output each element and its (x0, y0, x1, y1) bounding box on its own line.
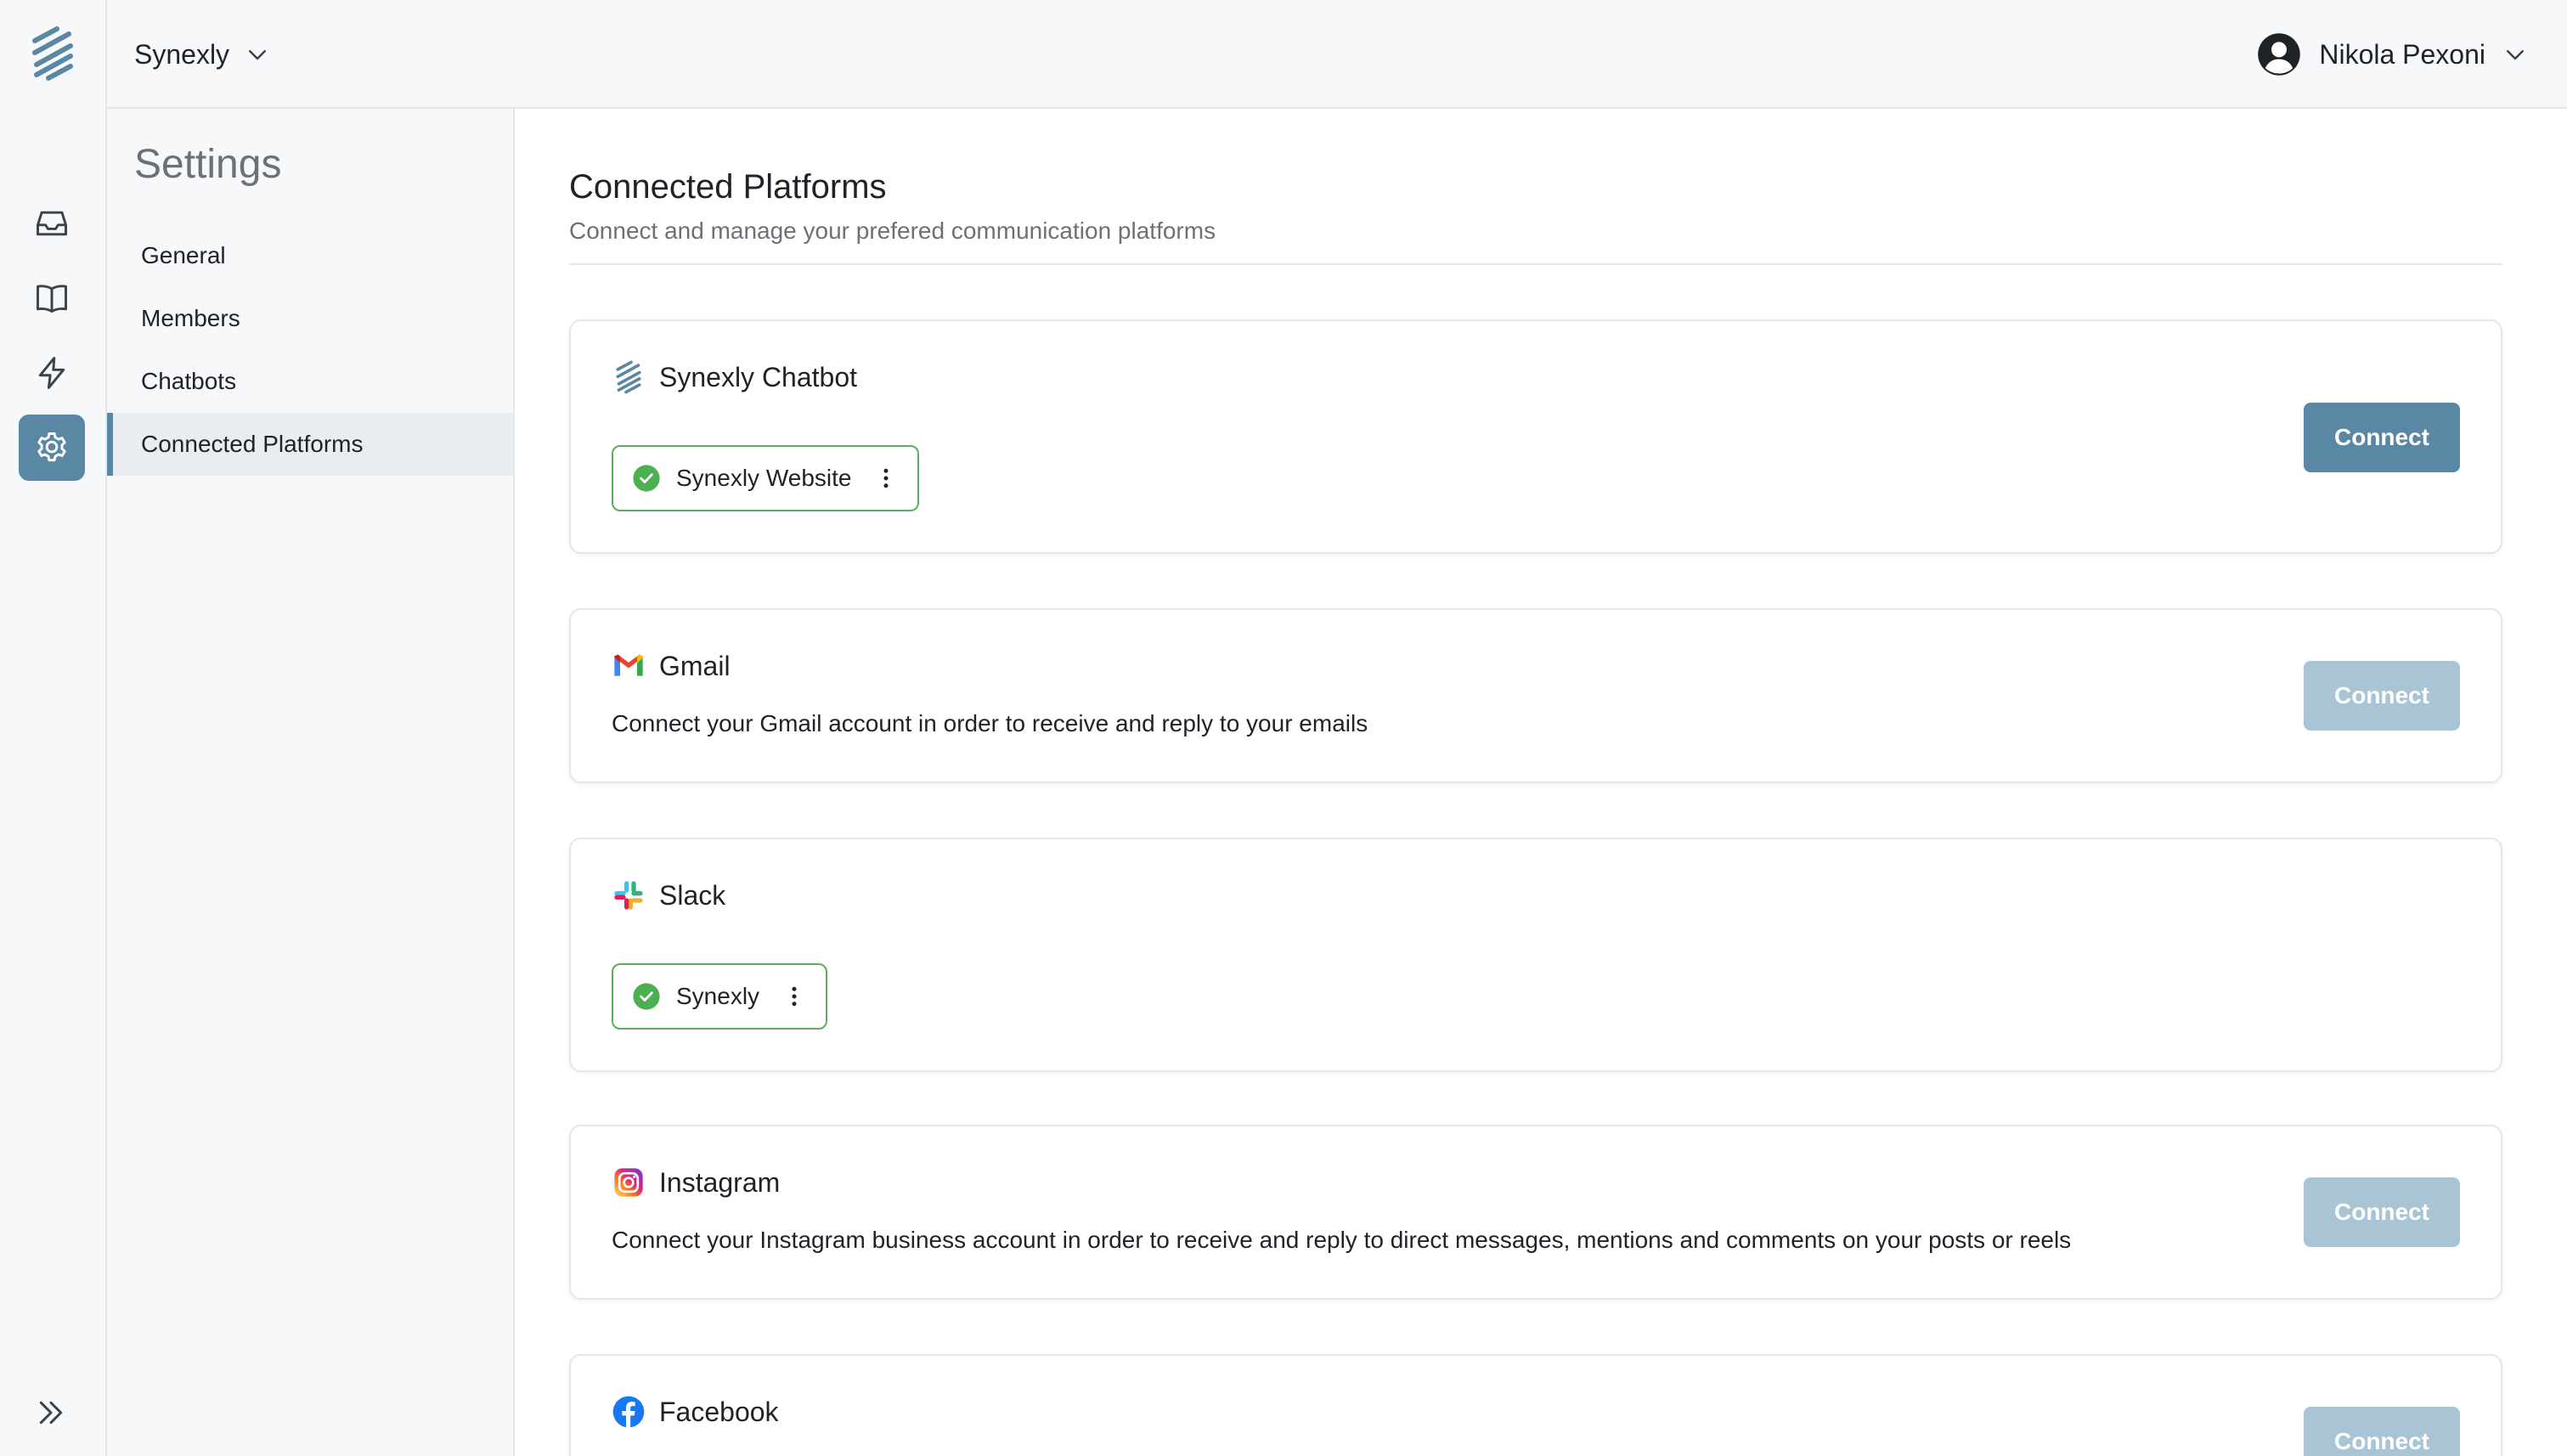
settings-item-label: Connected Platforms (141, 431, 364, 457)
connect-button[interactable]: Connect (2304, 1407, 2460, 1456)
connect-button[interactable]: Connect (2304, 403, 2460, 472)
platform-name: Facebook (659, 1396, 779, 1427)
connect-button[interactable]: Connect (2304, 661, 2460, 731)
connect-button[interactable]: Connect (2304, 1177, 2460, 1247)
platform-description: Connect your Instagram business account … (612, 1227, 2072, 1253)
platform-card-gmail: Gmail Connect your Gmail account in orde… (569, 608, 2502, 783)
slack-icon (614, 881, 643, 910)
rail-inbox[interactable] (19, 190, 85, 257)
platform-card-synexly-chatbot: Synexly Chatbot Synexly Website Connect (569, 319, 2502, 554)
settings-sidebar: Settings General Members Chatbots Connec… (107, 109, 515, 1456)
settings-item-label: General (141, 242, 226, 268)
platform-header: Facebook (612, 1395, 779, 1429)
inbox-icon (37, 211, 67, 236)
settings-item-label: Chatbots (141, 368, 237, 394)
main-content: Connected Platforms Connect and manage y… (515, 109, 2567, 1456)
chevron-down-icon (249, 50, 267, 60)
page-title: Connected Platforms (569, 168, 887, 206)
platform-header: Gmail (612, 649, 731, 683)
platform-description: Connect your Gmail account in order to r… (612, 710, 1368, 736)
rail-settings[interactable] (19, 415, 85, 481)
lightning-icon (38, 357, 65, 389)
rail-automations[interactable] (19, 340, 85, 406)
settings-item-general[interactable]: General (107, 224, 513, 287)
workspace-switcher[interactable]: Synexly (134, 34, 270, 75)
platform-name: Slack (659, 879, 726, 911)
double-chevron-right-icon[interactable] (34, 1396, 68, 1430)
platform-header: Synexly Chatbot (612, 360, 857, 394)
platform-card-instagram: Instagram Connect your Instagram busines… (569, 1125, 2502, 1300)
connection-chip[interactable]: Synexly Website (612, 445, 920, 511)
settings-item-chatbots[interactable]: Chatbots (107, 350, 513, 413)
settings-item-members[interactable]: Members (107, 287, 513, 350)
more-vertical-icon[interactable] (873, 464, 899, 493)
platform-card-facebook: Facebook Connect (569, 1354, 2502, 1456)
platform-name: Gmail (659, 650, 731, 681)
settings-item-connected-platforms[interactable]: Connected Platforms (107, 413, 513, 476)
platform-header: Slack (612, 878, 725, 912)
user-avatar-icon (2258, 33, 2301, 76)
gmail-icon (614, 654, 643, 676)
synexly-icon (616, 360, 641, 394)
connection-name: Synexly Website (676, 465, 852, 491)
facebook-icon (612, 1396, 645, 1428)
more-vertical-icon[interactable] (781, 982, 807, 1011)
instagram-icon (614, 1168, 643, 1197)
icon-rail (0, 0, 107, 1456)
platform-name: Synexly Chatbot (659, 361, 858, 392)
user-name: Nikola Pexoni (2319, 38, 2485, 70)
divider (569, 263, 2502, 265)
user-menu[interactable]: Nikola Pexoni (2256, 29, 2528, 80)
synexly-logo-icon[interactable] (28, 25, 77, 82)
connection-chip[interactable]: Synexly (612, 963, 828, 1030)
chevron-down-icon (2507, 50, 2524, 60)
workspace-name: Synexly (134, 38, 230, 70)
page-subtitle: Connect and manage your prefered communi… (569, 217, 1216, 244)
platform-header: Instagram (612, 1165, 780, 1199)
settings-item-label: Members (141, 305, 240, 331)
top-bar: Synexly Nikola Pexoni (107, 0, 2567, 109)
check-circle-icon (633, 465, 660, 492)
settings-title: Settings (134, 142, 282, 187)
platform-name: Instagram (659, 1166, 781, 1198)
gear-icon (37, 432, 66, 462)
rail-knowledge[interactable] (19, 265, 85, 331)
check-circle-icon (633, 983, 660, 1010)
connection-name: Synexly (676, 983, 760, 1009)
platform-card-slack: Slack Synexly (569, 838, 2502, 1072)
book-icon (37, 285, 67, 313)
